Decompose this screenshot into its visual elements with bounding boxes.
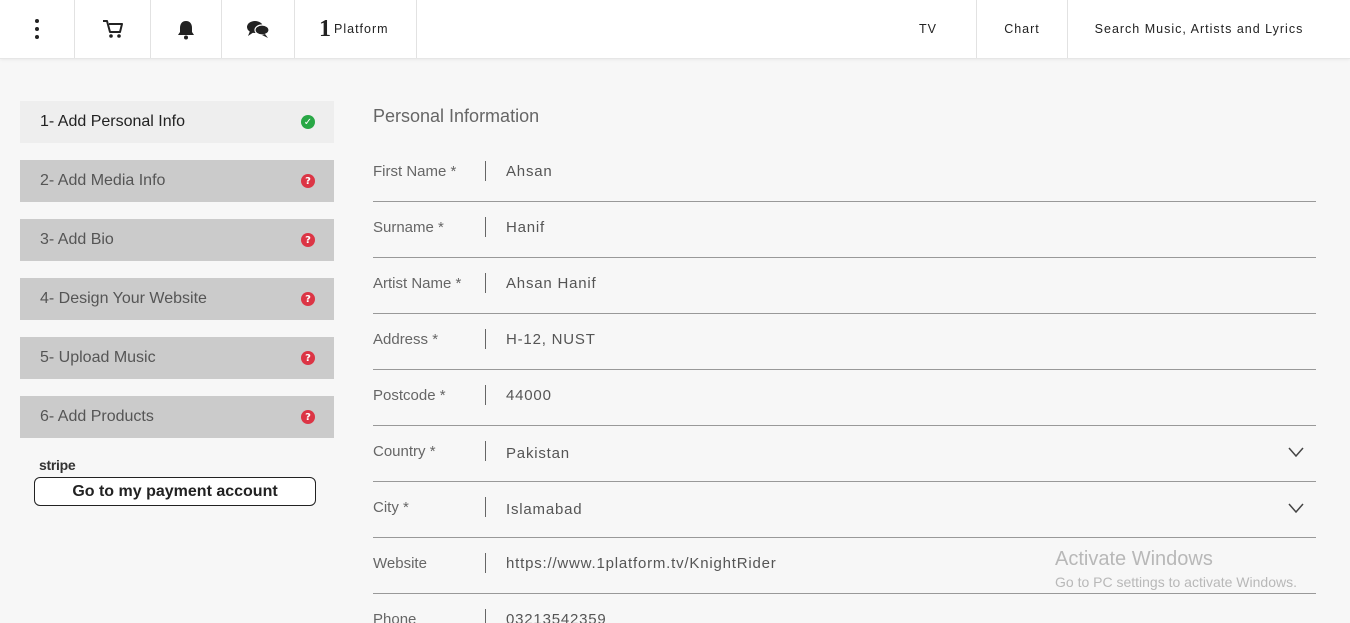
- step-design-website[interactable]: 4- Design Your Website ?: [20, 278, 334, 320]
- field-value[interactable]: Ahsan Hanif: [506, 275, 597, 292]
- step-label: 6- Add Products: [40, 408, 154, 425]
- top-navigation-bar: 1 Platform TV Chart Search Music, Artist…: [0, 0, 1350, 59]
- question-icon: ?: [301, 233, 315, 247]
- field-label: City *: [373, 499, 409, 516]
- step-upload-music[interactable]: 5- Upload Music ?: [20, 337, 334, 379]
- nav-tv-label: TV: [919, 22, 937, 36]
- bell-icon: [178, 20, 194, 39]
- field-divider: [485, 497, 486, 517]
- cart-button[interactable]: [75, 0, 151, 58]
- field-value[interactable]: https://www.1platform.tv/KnightRider: [506, 555, 777, 572]
- payment-account-button[interactable]: Go to my payment account: [34, 477, 316, 506]
- search-input[interactable]: Search Music, Artists and Lyrics: [1068, 0, 1330, 58]
- field-divider: [485, 161, 486, 181]
- step-add-products[interactable]: 6- Add Products ?: [20, 396, 334, 438]
- step-label: 3- Add Bio: [40, 231, 114, 248]
- nav-tv[interactable]: TV: [880, 0, 977, 58]
- question-icon: ?: [301, 351, 315, 365]
- field-divider: [485, 329, 486, 349]
- field-divider: [485, 553, 486, 573]
- step-label: 2- Add Media Info: [40, 172, 166, 189]
- step-label: 1- Add Personal Info: [40, 113, 185, 130]
- field-divider: [485, 385, 486, 405]
- question-icon: ?: [301, 410, 315, 424]
- platform-logo-link[interactable]: 1 Platform: [295, 0, 417, 58]
- step-add-personal-info[interactable]: 1- Add Personal Info ✓: [20, 101, 334, 143]
- chat-icon: [247, 21, 270, 38]
- messages-button[interactable]: [222, 0, 295, 58]
- step-add-media-info[interactable]: 2- Add Media Info ?: [20, 160, 334, 202]
- field-divider: [485, 609, 486, 623]
- step-add-bio[interactable]: 3- Add Bio ?: [20, 219, 334, 261]
- first-name-field[interactable]: First Name * Ahsan: [373, 161, 1316, 202]
- question-icon: ?: [301, 174, 315, 188]
- field-value[interactable]: H-12, NUST: [506, 331, 596, 348]
- field-value[interactable]: Hanif: [506, 219, 545, 236]
- field-label: Surname *: [373, 219, 444, 236]
- watermark-subtitle: Go to PC settings to activate Windows.: [1055, 574, 1297, 590]
- field-value[interactable]: Pakistan: [506, 445, 570, 462]
- chevron-down-icon[interactable]: [1288, 447, 1304, 457]
- notifications-button[interactable]: [151, 0, 222, 58]
- address-field[interactable]: Address * H-12, NUST: [373, 329, 1316, 370]
- cart-icon: [102, 20, 123, 38]
- field-label: Address *: [373, 331, 439, 348]
- nav-chart-label: Chart: [1004, 22, 1040, 36]
- field-label: Artist Name *: [373, 275, 462, 292]
- menu-button[interactable]: [0, 0, 75, 58]
- country-select[interactable]: Country * Pakistan: [373, 441, 1316, 482]
- question-icon: ?: [301, 292, 315, 306]
- field-label: First Name *: [373, 163, 457, 180]
- step-label: 4- Design Your Website: [40, 290, 207, 307]
- field-divider: [485, 217, 486, 237]
- check-icon: ✓: [301, 115, 315, 129]
- phone-field[interactable]: Phone 03213542359: [373, 609, 1316, 623]
- chevron-down-icon[interactable]: [1288, 503, 1304, 513]
- step-label: 5- Upload Music: [40, 349, 156, 366]
- stripe-logo: stripe: [39, 457, 76, 473]
- page-title: Personal Information: [373, 106, 540, 126]
- city-select[interactable]: City * Islamabad: [373, 497, 1316, 538]
- artist-name-field[interactable]: Artist Name * Ahsan Hanif: [373, 273, 1316, 314]
- nav-chart[interactable]: Chart: [977, 0, 1068, 58]
- vertical-dots-icon: [35, 19, 39, 39]
- watermark-title: Activate Windows: [1055, 548, 1213, 570]
- search-placeholder: Search Music, Artists and Lyrics: [1094, 22, 1304, 36]
- brand-text: Platform: [334, 22, 389, 36]
- field-label: Website: [373, 555, 427, 572]
- postcode-field[interactable]: Postcode * 44000: [373, 385, 1316, 426]
- field-label: Country *: [373, 443, 436, 460]
- brand-mark: 1: [319, 16, 331, 42]
- field-value[interactable]: 03213542359: [506, 611, 607, 623]
- field-value[interactable]: 44000: [506, 387, 552, 404]
- activate-windows-watermark: Activate Windows Go to PC settings to ac…: [1055, 548, 1297, 590]
- field-value[interactable]: Islamabad: [506, 501, 582, 518]
- field-label: Phone: [373, 611, 417, 623]
- field-divider: [485, 441, 486, 461]
- field-label: Postcode *: [373, 387, 446, 404]
- field-value[interactable]: Ahsan: [506, 163, 553, 180]
- surname-field[interactable]: Surname * Hanif: [373, 217, 1316, 258]
- field-divider: [485, 273, 486, 293]
